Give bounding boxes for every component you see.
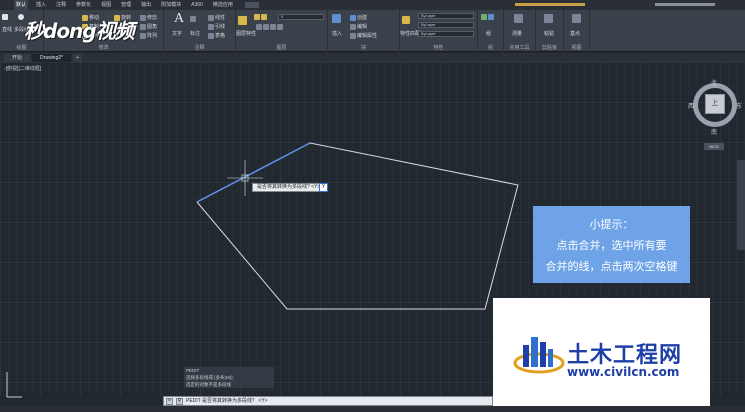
dynamic-input[interactable]: Y — [319, 183, 328, 192]
hint-line-1: 点击合并，选中所有要 — [556, 239, 667, 252]
ucs-icon — [6, 372, 22, 398]
compass-north[interactable]: 北 — [711, 78, 717, 87]
history-line-3: 选定的对象不是多段线 — [184, 381, 274, 388]
hint-title: 小提示： — [589, 218, 634, 231]
navigation-bar[interactable] — [737, 160, 745, 250]
history-line-1: PEDIT — [184, 367, 274, 374]
dynamic-prompt: 是否将其转换为多段线? <Y> — [252, 183, 326, 192]
compass-west[interactable]: 西 — [688, 101, 694, 110]
hint-line-2: 合并的线，点击两次空格键 — [545, 260, 678, 273]
brand-url: www.civilcn.com — [567, 365, 680, 379]
compass-east[interactable]: 东 — [736, 101, 742, 110]
brand-watermark: 土木工程网 www.civilcn.com — [493, 298, 710, 410]
hint-panel: 小提示： 点击合并，选中所有要 合并的线，点击两次空格键 — [533, 206, 690, 283]
history-line-2: 选择多段线或 [多条(M)]: — [184, 374, 274, 381]
viewcube-face[interactable]: 上 — [705, 94, 725, 114]
status-bar — [0, 406, 745, 412]
command-line-text: PEDIT 是否将其转换为多段线？ <Y> — [186, 398, 268, 404]
command-line[interactable]: × ⚲ PEDIT 是否将其转换为多段线？ <Y> — [163, 396, 493, 406]
selected-line[interactable] — [196, 142, 311, 203]
wcs-menu[interactable]: WCS — [704, 143, 724, 150]
customize-icon[interactable]: ⚲ — [176, 397, 183, 405]
command-history: PEDIT 选择多段线或 [多条(M)]: 选定的对象不是多段线 — [184, 367, 274, 395]
compass-south[interactable]: 南 — [711, 127, 717, 136]
close-icon[interactable]: × — [166, 397, 173, 405]
brand-logo-icon — [513, 337, 565, 374]
autocad-window: 默认 插入 注释 参数化 视图 管理 输出 附加模块 A360 精选应用 直线 … — [0, 0, 745, 412]
